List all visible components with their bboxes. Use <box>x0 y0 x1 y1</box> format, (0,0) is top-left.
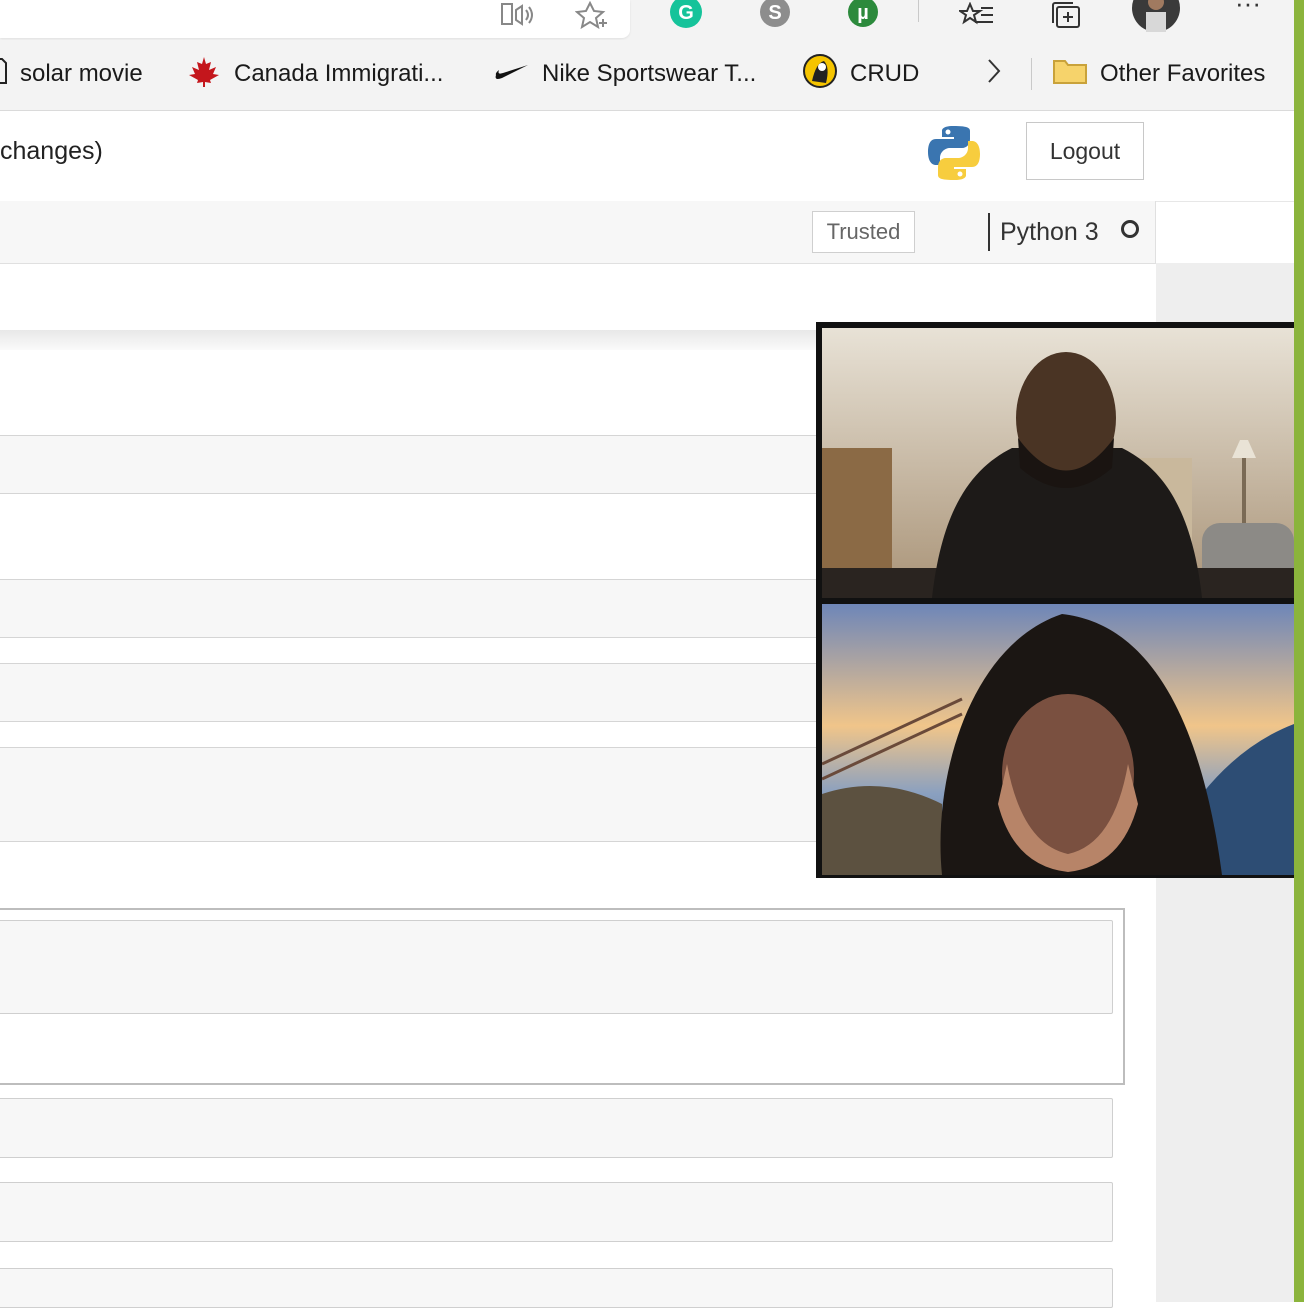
bookmark-nike[interactable]: Nike Sportswear T... <box>494 56 756 92</box>
crud-icon <box>802 53 838 96</box>
bookmark-label: CRUD <box>850 60 920 87</box>
code-input[interactable] <box>0 920 1113 1014</box>
profile-avatar[interactable] <box>1132 0 1180 32</box>
window-edge <box>1294 0 1304 1302</box>
kernel-name[interactable]: Python 3 <box>988 213 1099 251</box>
video-tile-participant-2[interactable] <box>822 604 1294 875</box>
toolbar-divider <box>918 0 919 22</box>
python-logo-icon <box>926 124 982 187</box>
bookmark-label: Canada Immigrati... <box>234 60 444 87</box>
bookmark-solar-movie[interactable]: solar movie <box>0 56 143 92</box>
bookmark-crud[interactable]: CRUD <box>802 53 920 92</box>
add-favorite-icon[interactable] <box>572 0 612 30</box>
bookmarks-overflow-button[interactable] <box>984 56 1004 92</box>
kernel-status-icon <box>1121 220 1139 238</box>
page-icon <box>0 57 8 92</box>
favorites-list-icon[interactable] <box>958 0 996 30</box>
logout-button[interactable]: Logout <box>1026 122 1144 180</box>
utorrent-icon[interactable]: µ <box>845 0 881 30</box>
collections-icon[interactable] <box>1047 0 1085 30</box>
bookmark-label: solar movie <box>20 60 143 87</box>
read-aloud-icon[interactable] <box>498 0 538 30</box>
grammarly-icon[interactable]: G <box>668 0 704 30</box>
code-input[interactable] <box>0 1268 1113 1308</box>
skype-icon[interactable]: S <box>757 0 793 30</box>
more-icon[interactable]: ··· <box>1228 0 1268 18</box>
svg-text:µ: µ <box>857 2 869 24</box>
bookmark-other-favorites[interactable]: Other Favorites <box>1052 56 1265 92</box>
folder-icon <box>1052 57 1088 92</box>
chevron-right-icon <box>984 57 1004 92</box>
bookmark-label: Nike Sportswear T... <box>542 60 757 87</box>
svg-text:G: G <box>678 2 694 24</box>
video-call-window[interactable] <box>816 322 1294 878</box>
bookmark-label: Other Favorites <box>1100 60 1266 87</box>
code-input[interactable] <box>0 1098 1113 1158</box>
notebook-toolbar <box>0 201 1156 264</box>
notebook-title[interactable]: changes) <box>0 137 103 166</box>
video-tile-participant-1[interactable] <box>822 328 1294 598</box>
bookmarks-divider <box>1031 58 1032 90</box>
code-input[interactable] <box>0 1182 1113 1242</box>
address-bar[interactable] <box>0 0 630 38</box>
trusted-indicator[interactable]: Trusted <box>812 211 915 253</box>
nike-swoosh-icon <box>494 60 530 88</box>
svg-text:S: S <box>768 2 781 24</box>
maple-leaf-icon <box>186 55 222 94</box>
bookmark-canada-immigration[interactable]: Canada Immigrati... <box>186 56 443 92</box>
